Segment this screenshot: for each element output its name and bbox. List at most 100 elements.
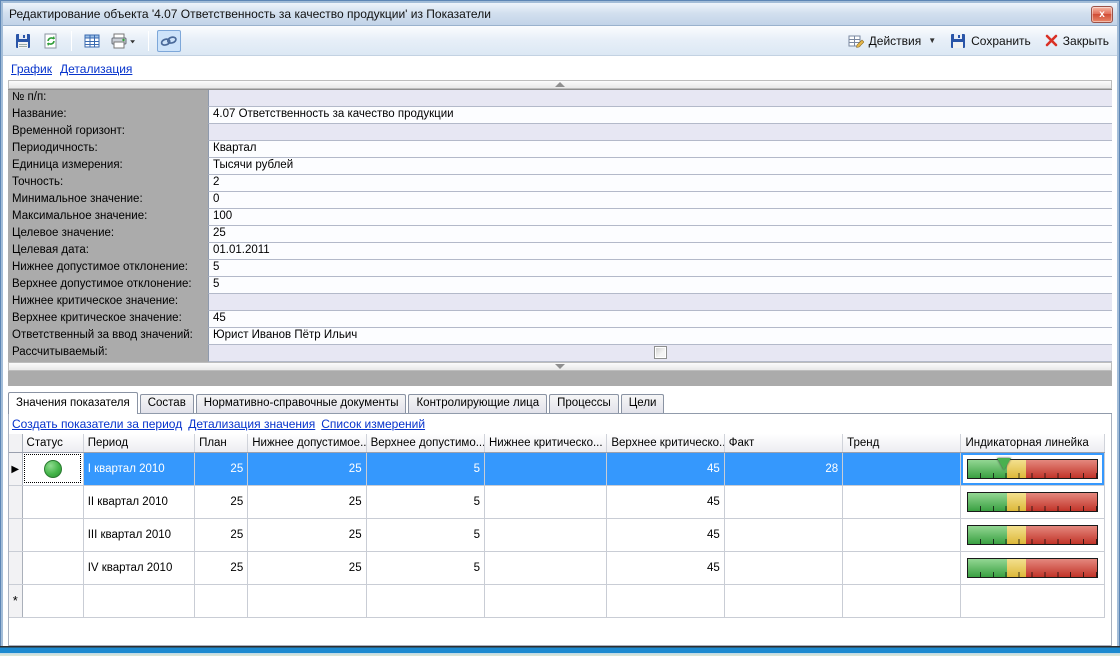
row-selector-cell[interactable] xyxy=(9,518,22,551)
tab-2[interactable]: Нормативно-справочные документы xyxy=(196,394,407,413)
lower-allow-cell[interactable]: 25 xyxy=(248,485,366,518)
lower-crit-cell[interactable] xyxy=(484,551,606,584)
status-cell[interactable] xyxy=(22,452,83,485)
lower-crit-cell[interactable] xyxy=(484,584,606,617)
table-row[interactable]: III квартал 20102525545 xyxy=(9,518,1105,551)
column-header-upper-crit[interactable]: Верхнее критическо... xyxy=(607,434,724,452)
window-close-button[interactable]: x xyxy=(1091,6,1113,23)
close-button[interactable]: Закрыть xyxy=(1045,34,1109,48)
lower-crit-cell[interactable] xyxy=(484,452,606,485)
status-cell[interactable] xyxy=(22,485,83,518)
upper-crit-cell[interactable]: 45 xyxy=(607,485,724,518)
upper-crit-cell[interactable]: 45 xyxy=(607,518,724,551)
save-button[interactable]: Сохранить xyxy=(950,33,1031,49)
indicator-cell[interactable] xyxy=(961,485,1105,518)
row-selector-cell[interactable] xyxy=(9,551,22,584)
upper-allow-cell[interactable]: 5 xyxy=(366,452,484,485)
form-collapse-splitter[interactable] xyxy=(8,80,1112,89)
column-header-plan[interactable]: План xyxy=(195,434,248,452)
form-field-value[interactable]: 100 xyxy=(208,209,1112,226)
fact-cell[interactable] xyxy=(724,584,842,617)
form-field-value[interactable] xyxy=(208,90,1112,107)
upper-crit-cell[interactable]: 45 xyxy=(607,452,724,485)
status-cell[interactable] xyxy=(22,551,83,584)
column-header-trend[interactable]: Тренд xyxy=(843,434,961,452)
form-field-value[interactable] xyxy=(208,345,1112,362)
upper-crit-cell[interactable] xyxy=(607,584,724,617)
tab-5[interactable]: Цели xyxy=(621,394,665,413)
lower-allow-cell[interactable]: 25 xyxy=(248,518,366,551)
status-cell[interactable] xyxy=(22,584,83,617)
value-detail-link[interactable]: Детализация значения xyxy=(188,417,315,431)
form-field-value[interactable]: 25 xyxy=(208,226,1112,243)
upper-allow-cell[interactable]: 5 xyxy=(366,518,484,551)
lower-crit-cell[interactable] xyxy=(484,485,606,518)
form-field-value[interactable] xyxy=(208,124,1112,141)
table-icon[interactable] xyxy=(80,30,104,52)
trend-cell[interactable] xyxy=(843,584,961,617)
create-period-indicators-link[interactable]: Создать показатели за период xyxy=(12,417,182,431)
form-field-value[interactable]: 01.01.2011 xyxy=(208,243,1112,260)
plan-cell[interactable]: 25 xyxy=(195,551,248,584)
column-header-indicator[interactable]: Индикаторная линейка xyxy=(961,434,1105,452)
indicator-cell[interactable] xyxy=(961,518,1105,551)
column-header-upper-allow[interactable]: Верхнее допустимо... xyxy=(366,434,484,452)
trend-cell[interactable] xyxy=(843,452,961,485)
indicator-cell[interactable] xyxy=(961,551,1105,584)
fact-cell[interactable] xyxy=(724,551,842,584)
form-field-value[interactable]: 5 xyxy=(208,277,1112,294)
upper-allow-cell[interactable]: 5 xyxy=(366,551,484,584)
new-row[interactable]: * xyxy=(9,584,1105,617)
link-icon[interactable] xyxy=(157,30,181,52)
upper-allow-cell[interactable] xyxy=(366,584,484,617)
indicator-cell[interactable] xyxy=(961,584,1105,617)
period-cell[interactable] xyxy=(83,584,194,617)
detail-link[interactable]: Детализация xyxy=(60,62,132,76)
form-field-value[interactable]: 45 xyxy=(208,311,1112,328)
plan-cell[interactable]: 25 xyxy=(195,452,248,485)
column-header-lower-allow[interactable]: Нижнее допустимое... xyxy=(248,434,366,452)
form-field-value[interactable]: Юрист Иванов Пётр Ильич xyxy=(208,328,1112,345)
actions-button[interactable]: Действия ▼ xyxy=(848,33,937,49)
plan-cell[interactable] xyxy=(195,584,248,617)
fact-cell[interactable] xyxy=(724,518,842,551)
trend-cell[interactable] xyxy=(843,485,961,518)
period-cell[interactable]: II квартал 2010 xyxy=(83,485,194,518)
form-field-value[interactable]: 5 xyxy=(208,260,1112,277)
form-field-value[interactable] xyxy=(208,294,1112,311)
form-field-value[interactable]: Квартал xyxy=(208,141,1112,158)
save-icon[interactable] xyxy=(11,30,35,52)
print-icon[interactable] xyxy=(108,30,140,52)
refresh-icon[interactable] xyxy=(39,30,63,52)
lower-allow-cell[interactable] xyxy=(248,584,366,617)
column-header-period[interactable]: Период xyxy=(83,434,194,452)
form-field-value[interactable]: 4.07 Ответственность за качество продукц… xyxy=(208,107,1112,124)
form-field-value[interactable]: Тысячи рублей xyxy=(208,158,1112,175)
indicator-cell[interactable] xyxy=(961,452,1105,485)
tab-1[interactable]: Состав xyxy=(140,394,194,413)
row-selector-cell[interactable] xyxy=(9,485,22,518)
measurements-list-link[interactable]: Список измерений xyxy=(321,417,425,431)
table-row[interactable]: IV квартал 20102525545 xyxy=(9,551,1105,584)
fact-cell[interactable]: 28 xyxy=(724,452,842,485)
period-cell[interactable]: I квартал 2010 xyxy=(83,452,194,485)
period-cell[interactable]: III квартал 2010 xyxy=(83,518,194,551)
table-row[interactable]: II квартал 20102525545 xyxy=(9,485,1105,518)
graph-link[interactable]: График xyxy=(11,62,52,76)
column-header-fact[interactable]: Факт xyxy=(724,434,842,452)
column-header-status[interactable]: Статус xyxy=(22,434,83,452)
plan-cell[interactable]: 25 xyxy=(195,518,248,551)
trend-cell[interactable] xyxy=(843,518,961,551)
plan-cell[interactable]: 25 xyxy=(195,485,248,518)
tab-4[interactable]: Процессы xyxy=(549,394,619,413)
period-cell[interactable]: IV квартал 2010 xyxy=(83,551,194,584)
column-header-lower-crit[interactable]: Нижнее критическо... xyxy=(484,434,606,452)
form-field-value[interactable]: 2 xyxy=(208,175,1112,192)
status-cell[interactable] xyxy=(22,518,83,551)
row-selector-cell[interactable]: * xyxy=(9,584,22,617)
fact-cell[interactable] xyxy=(724,485,842,518)
form-expand-splitter[interactable] xyxy=(8,362,1112,371)
calculated-checkbox[interactable] xyxy=(654,346,667,359)
table-row[interactable]: ▶I квартал 2010252554528 xyxy=(9,452,1105,485)
tab-active-0[interactable]: Значения показателя xyxy=(8,392,138,414)
